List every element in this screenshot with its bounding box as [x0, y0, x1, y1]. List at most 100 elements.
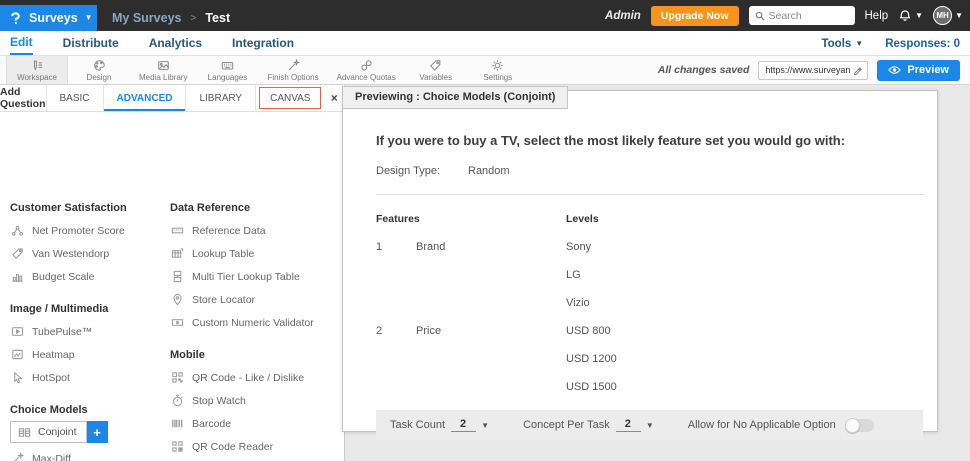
- keyboard-icon: [221, 59, 234, 72]
- notifications-menu[interactable]: ▼: [898, 9, 923, 23]
- question-type-multi-tier-lookup-table[interactable]: Multi Tier Lookup Table: [170, 265, 342, 288]
- question-type-max-diff[interactable]: Max-Diff: [10, 447, 162, 461]
- bell-icon: [898, 9, 912, 23]
- magic-wand-icon: [287, 58, 300, 72]
- tools-menu[interactable]: Tools ▼: [821, 38, 863, 50]
- question-type-barcode[interactable]: Barcode: [170, 412, 342, 435]
- question-type-custom-numeric-validator[interactable]: Custom Numeric Validator: [170, 311, 342, 334]
- nav-tab-edit[interactable]: Edit: [10, 31, 33, 55]
- question-type-reference-data[interactable]: Reference Data: [170, 219, 342, 242]
- eye-icon: [888, 65, 902, 75]
- qr-code-icon: [170, 371, 184, 385]
- no-applicable-option-label: Allow for No Applicable Option: [687, 419, 836, 431]
- barcode-icon: [170, 417, 184, 431]
- question-type-qr-code-like-dislike[interactable]: QR Code - Like / Dislike: [170, 366, 342, 389]
- chevron-down-icon[interactable]: ▼: [481, 421, 489, 430]
- question-type-stop-watch[interactable]: Stop Watch: [170, 389, 342, 412]
- toolbar-item-workspace[interactable]: Workspace: [6, 56, 68, 84]
- question-type-budget-scale[interactable]: Budget Scale: [10, 265, 162, 288]
- tab-canvas[interactable]: CANVAS: [259, 87, 322, 109]
- toolbar-item-variables[interactable]: Variables: [405, 56, 467, 84]
- edit-toolbar: Workspace Design Media Library Languages…: [0, 56, 970, 85]
- question-type-tubepulse[interactable]: TubePulse™: [10, 320, 162, 343]
- image-icon: [157, 59, 170, 72]
- add-conjoint-button[interactable]: +: [86, 421, 108, 443]
- save-status: All changes saved: [657, 64, 750, 76]
- survey-url-field[interactable]: https://www.surveyanalytics.com/t/AI77: [758, 60, 869, 80]
- toggle-knob: [844, 417, 860, 433]
- chain-link-icon: [360, 59, 373, 72]
- nav-tab-analytics[interactable]: Analytics: [149, 31, 202, 55]
- question-text: If you were to buy a TV, select the most…: [376, 133, 846, 148]
- question-type-hotspot[interactable]: HotSpot: [10, 366, 162, 389]
- toolbar-item-design[interactable]: Design: [68, 56, 130, 84]
- question-type-van-westendorp[interactable]: Van Westendorp: [10, 242, 162, 265]
- surveys-product-switcher[interactable]: Surveys ▼: [0, 5, 97, 31]
- section-mobile: Mobile: [170, 349, 205, 361]
- stopwatch-icon: [170, 394, 184, 408]
- toolbar-item-media-library[interactable]: Media Library: [130, 56, 196, 84]
- workspace-icon: [31, 59, 44, 72]
- tab-basic[interactable]: BASIC: [47, 85, 104, 111]
- breadcrumb-my-surveys[interactable]: My Surveys: [112, 11, 181, 25]
- chevron-down-icon[interactable]: ▼: [646, 421, 654, 430]
- chevron-down-icon: ▼: [955, 10, 963, 20]
- toolbar-item-finish-options[interactable]: Finish Options: [258, 56, 327, 84]
- survey-url: https://www.surveyanalytics.com/t/AI77: [765, 65, 851, 75]
- features-column-header: Features: [376, 213, 420, 225]
- divider: [376, 194, 923, 195]
- chevron-down-icon: ▼: [84, 13, 93, 22]
- feature-level: LG: [566, 269, 581, 281]
- question-type-store-locator[interactable]: Store Locator: [170, 288, 342, 311]
- video-player-icon: [10, 325, 24, 339]
- questionpro-logo: [9, 11, 22, 26]
- preview-button[interactable]: Preview: [877, 59, 960, 81]
- tab-library[interactable]: LIBRARY: [186, 85, 257, 111]
- edit-url-pencil-icon[interactable]: [853, 65, 863, 75]
- question-type-qr-code-reader[interactable]: QR Code Reader: [170, 435, 342, 458]
- task-count-select[interactable]: 2: [451, 418, 477, 432]
- breadcrumb: My Surveys > Test: [112, 5, 230, 31]
- account-menu[interactable]: MH ▼: [933, 6, 963, 25]
- tag-icon: [429, 59, 442, 72]
- feature-level: USD 800: [566, 325, 611, 337]
- avatar[interactable]: MH: [933, 6, 953, 25]
- wand-icon: [10, 452, 24, 461]
- search-box[interactable]: [748, 6, 855, 25]
- qr-reader-icon: [170, 440, 184, 454]
- admin-label[interactable]: Admin: [605, 10, 641, 22]
- question-type-conjoint-row: Conjoint +: [10, 421, 162, 443]
- question-type-lookup-table[interactable]: Lookup Table: [170, 242, 342, 265]
- previewing-header: Previewing : Choice Models (Conjoint): [342, 86, 569, 109]
- upgrade-now-button[interactable]: Upgrade Now: [650, 5, 739, 26]
- question-type-heatmap[interactable]: Heatmap: [10, 343, 162, 366]
- palette-icon: [93, 59, 106, 72]
- concept-per-task-select[interactable]: 2: [615, 418, 641, 432]
- top-bar: Surveys ▼ My Surveys > Test Admin Upgrad…: [0, 0, 970, 31]
- search-icon: [755, 11, 765, 21]
- nav-tab-integration[interactable]: Integration: [232, 31, 294, 55]
- question-type-conjoint[interactable]: Conjoint: [10, 421, 87, 443]
- toolbar-item-settings[interactable]: Settings: [467, 56, 529, 84]
- tab-advanced[interactable]: ADVANCED: [104, 85, 187, 111]
- nav-tab-distribute[interactable]: Distribute: [63, 31, 119, 55]
- chevron-down-icon: ▼: [855, 38, 864, 48]
- no-applicable-option-toggle[interactable]: [844, 417, 874, 433]
- levels-column-header: Levels: [566, 213, 599, 225]
- feature-level: Vizio: [566, 297, 590, 309]
- feature-number: 2: [376, 325, 383, 337]
- question-type-net-promoter-score[interactable]: Net Promoter Score: [10, 219, 162, 242]
- conjoint-settings-bar: Task Count 2 ▼ Concept Per Task 2 ▼ Allo…: [376, 410, 923, 440]
- heatmap-icon: [10, 348, 24, 362]
- section-choice-models: Choice Models: [10, 404, 88, 416]
- section-data-reference: Data Reference: [170, 202, 251, 214]
- conjoint-icon: [17, 425, 31, 439]
- feature-level: USD 1500: [566, 381, 617, 393]
- net-promoter-score-icon: [10, 224, 24, 238]
- help-link[interactable]: Help: [865, 10, 889, 22]
- toolbar-item-languages[interactable]: Languages: [196, 56, 258, 84]
- map-pin-icon: [170, 293, 184, 307]
- responses-count[interactable]: Responses: 0: [885, 38, 960, 50]
- toolbar-item-advance-quotas[interactable]: Advance Quotas: [328, 56, 405, 84]
- search-input[interactable]: [768, 9, 849, 22]
